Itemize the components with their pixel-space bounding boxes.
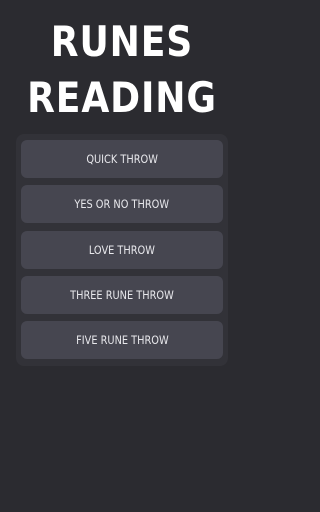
throw-menu: QUICK THROW YES OR NO THROW LOVE THROW T… (16, 134, 228, 366)
quick-throw-button[interactable]: QUICK THROW (21, 140, 223, 178)
three-rune-throw-button[interactable]: THREE RUNE THROW (21, 276, 223, 314)
yes-or-no-throw-button[interactable]: YES OR NO THROW (21, 185, 223, 223)
five-rune-throw-label: FIVE RUNE THROW (75, 333, 169, 347)
yes-or-no-throw-label: YES OR NO THROW (74, 197, 170, 211)
five-rune-throw-button[interactable]: FIVE RUNE THROW (21, 321, 223, 359)
love-throw-button[interactable]: LOVE THROW (21, 231, 223, 269)
app-title-line2: READING (27, 73, 217, 122)
app-screen: RUNES READING QUICK THROW YES OR NO THRO… (0, 0, 244, 512)
app-title-line1: RUNES (50, 17, 194, 66)
quick-throw-label: QUICK THROW (86, 152, 158, 166)
love-throw-label: LOVE THROW (88, 243, 156, 257)
three-rune-throw-label: THREE RUNE THROW (70, 288, 174, 302)
